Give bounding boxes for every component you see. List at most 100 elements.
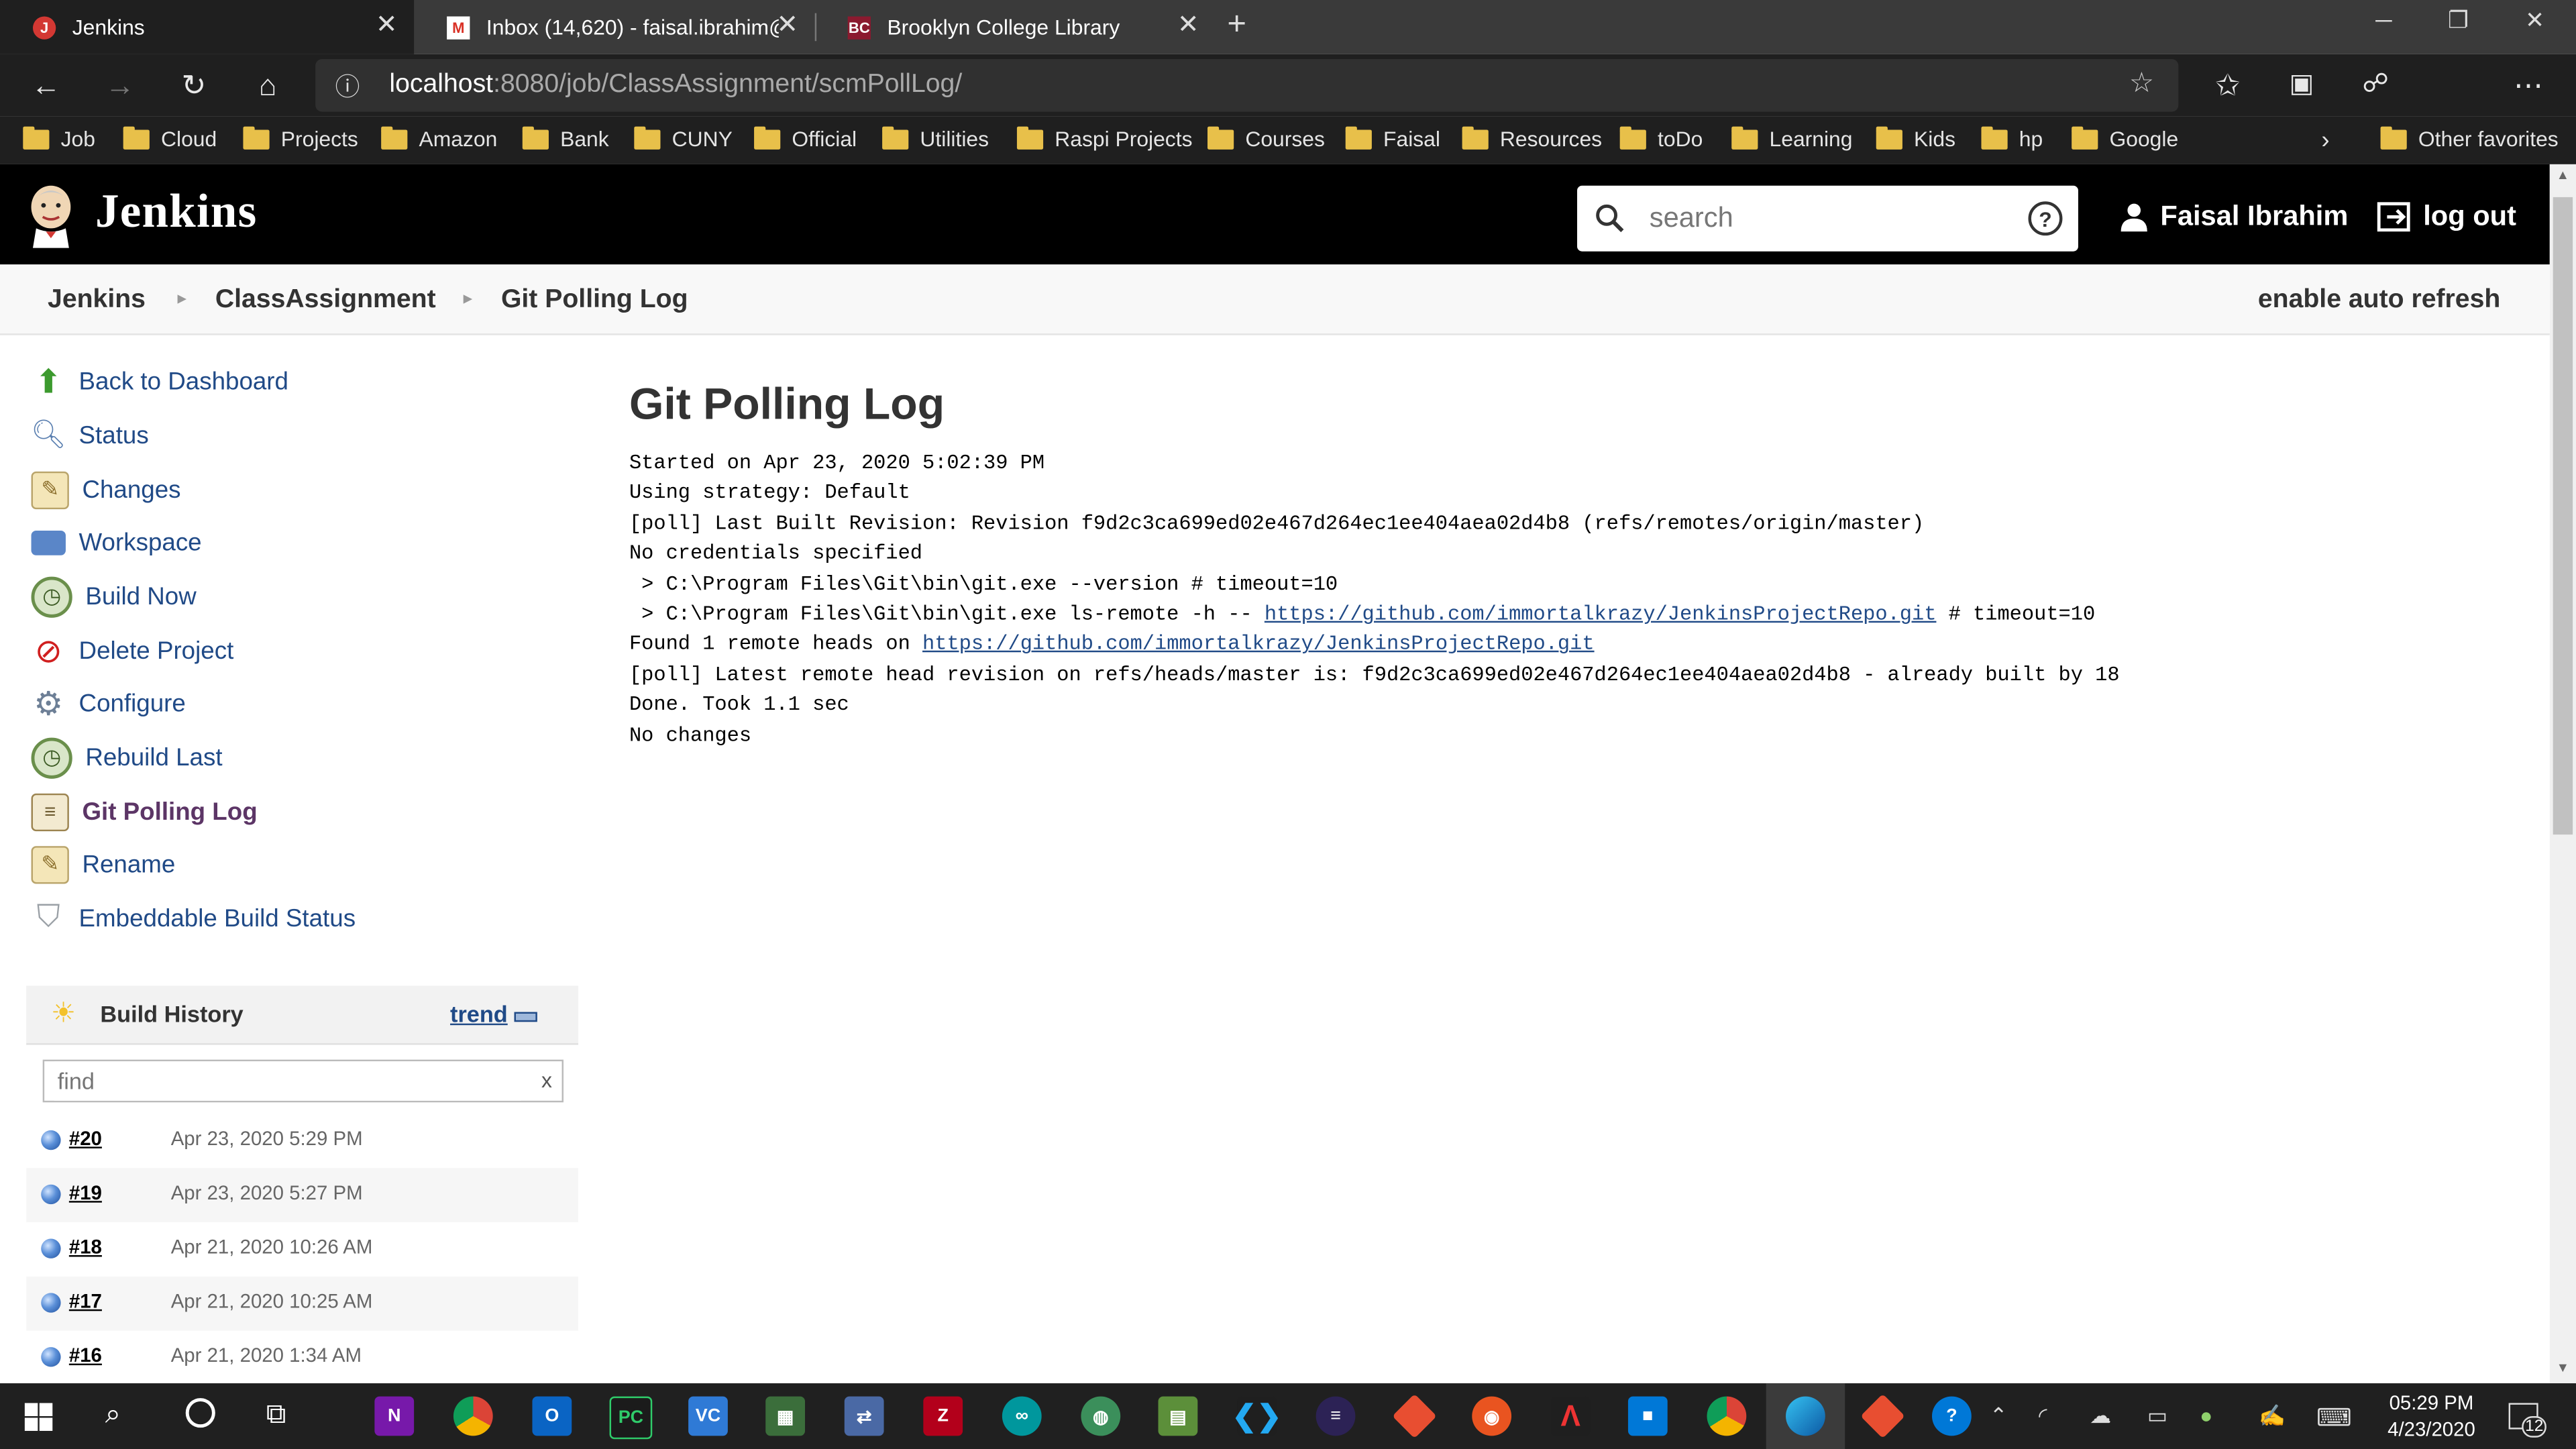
- build-number-link[interactable]: #17: [69, 1289, 102, 1312]
- jenkins-logo-icon[interactable]: [26, 182, 75, 248]
- forward-icon[interactable]: →: [102, 67, 138, 103]
- windows-start-icon[interactable]: [24, 1403, 53, 1432]
- breadcrumb-jenkins[interactable]: Jenkins: [48, 286, 146, 315]
- scroll-down-icon[interactable]: ▼: [2557, 1360, 2569, 1375]
- build-date-link[interactable]: Apr 23, 2020 5:29 PM: [171, 1127, 363, 1150]
- task-build-now[interactable]: ◷ Build Now: [31, 575, 197, 618]
- favorite-folder[interactable]: Bank: [522, 125, 609, 151]
- favorite-folder[interactable]: Google: [2072, 125, 2178, 151]
- favorite-folder[interactable]: Cloud: [123, 125, 217, 151]
- close-tab-icon[interactable]: ✕: [376, 12, 398, 40]
- address-bar[interactable]: ⓘ localhost:8080/job/ClassAssignment/scm…: [315, 59, 2179, 112]
- build-number-link[interactable]: #16: [69, 1344, 102, 1366]
- repo-link[interactable]: https://github.com/immortalkrazy/Jenkins…: [922, 633, 1595, 656]
- breadcrumb-separator-icon[interactable]: ▸: [177, 288, 186, 309]
- blue-ball-status-icon[interactable]: [41, 1184, 61, 1205]
- logout-link[interactable]: log out: [2377, 201, 2516, 233]
- battery-icon[interactable]: ▭: [2147, 1403, 2167, 1429]
- filezilla-icon[interactable]: Z: [923, 1396, 963, 1436]
- network-app-icon[interactable]: ⇄: [844, 1396, 884, 1436]
- search-icon[interactable]: ⌕: [105, 1398, 121, 1431]
- favorite-folder[interactable]: Courses: [1208, 125, 1325, 151]
- task-status[interactable]: 🔍︎ Status: [31, 414, 149, 457]
- build-date-link[interactable]: Apr 21, 2020 10:26 AM: [171, 1236, 373, 1258]
- system-clock[interactable]: 05:29 PM 4/23/2020: [2366, 1390, 2498, 1442]
- tab-inbox[interactable]: M Inbox (14,620) - faisal.ibrahim@g ✕: [414, 0, 817, 54]
- pycharm-icon[interactable]: PC: [609, 1396, 653, 1440]
- git-icon[interactable]: [1392, 1393, 1437, 1439]
- favorite-folder[interactable]: Learning: [1731, 125, 1852, 151]
- favorites-list-icon[interactable]: ✩: [2210, 67, 2246, 103]
- eclipse-icon[interactable]: ≡: [1316, 1396, 1356, 1436]
- help-app-icon[interactable]: ?: [1932, 1396, 1972, 1436]
- task-delete-project[interactable]: ⊘ Delete Project: [32, 629, 234, 672]
- image-app-icon[interactable]: ▤: [1158, 1396, 1198, 1436]
- arch-app-icon[interactable]: Λ: [1550, 1396, 1591, 1436]
- favorite-folder[interactable]: Resources: [1462, 125, 1602, 151]
- breadcrumb-git-polling-log[interactable]: Git Polling Log: [501, 286, 688, 315]
- task-changes[interactable]: ✎ Changes: [31, 468, 181, 511]
- task-back-to-dashboard[interactable]: ⬆ Back to Dashboard: [32, 360, 288, 402]
- tray-chevron-up-icon[interactable]: ⌃: [1990, 1403, 2008, 1429]
- build-filter-input[interactable]: [54, 1061, 521, 1101]
- home-icon[interactable]: ⌂: [250, 67, 286, 103]
- scrollbar-thumb[interactable]: [2553, 197, 2573, 835]
- wifi-icon[interactable]: ◜: [2039, 1403, 2047, 1429]
- build-date-link[interactable]: Apr 21, 2020 1:34 AM: [171, 1344, 362, 1366]
- favorite-folder[interactable]: Utilities: [882, 125, 989, 151]
- favorite-folder[interactable]: hp: [1981, 125, 2043, 151]
- store-app-icon[interactable]: ■: [1627, 1396, 1668, 1436]
- keyboard-icon[interactable]: ⌨: [2316, 1403, 2352, 1433]
- ubuntu-icon[interactable]: ◉: [1472, 1396, 1512, 1436]
- feedback-icon[interactable]: ☍: [2357, 67, 2394, 103]
- favorite-folder[interactable]: toDo: [1619, 125, 1703, 151]
- vscode-icon[interactable]: ❮❯: [1232, 1396, 1281, 1436]
- new-tab-icon[interactable]: +: [1227, 7, 1246, 44]
- outlook-icon[interactable]: O: [532, 1396, 572, 1436]
- breadcrumb-classassignment[interactable]: ClassAssignment: [215, 286, 436, 315]
- breadcrumb-separator-icon[interactable]: ▸: [464, 288, 473, 309]
- build-date-link[interactable]: Apr 21, 2020 10:25 AM: [171, 1289, 373, 1312]
- chrome-canary-icon[interactable]: [1707, 1396, 1747, 1436]
- tab-library[interactable]: BC Brooklyn College Library ✕: [815, 0, 1216, 54]
- globe-app-icon[interactable]: ◍: [1081, 1396, 1121, 1436]
- build-date-link[interactable]: Apr 23, 2020 5:27 PM: [171, 1181, 363, 1204]
- git-gui-icon[interactable]: [1860, 1393, 1905, 1439]
- task-rename[interactable]: ✎ Rename: [31, 843, 175, 885]
- blue-ball-status-icon[interactable]: [41, 1347, 61, 1367]
- scroll-up-icon[interactable]: ▲: [2557, 168, 2569, 182]
- favorite-folder[interactable]: Kids: [1876, 125, 1955, 151]
- favorite-folder[interactable]: Official: [754, 125, 857, 151]
- app-icon[interactable]: ▦: [765, 1396, 806, 1436]
- favorite-folder[interactable]: Raspi Projects: [1016, 125, 1193, 151]
- favorite-folder[interactable]: Job: [23, 125, 95, 151]
- user-link[interactable]: Faisal Ibrahim: [2119, 201, 2348, 233]
- minimize-icon[interactable]: ─: [2375, 7, 2392, 33]
- build-number-link[interactable]: #19: [69, 1181, 102, 1204]
- close-window-icon[interactable]: ✕: [2525, 7, 2544, 35]
- task-view-icon[interactable]: ⧉: [266, 1398, 286, 1431]
- page-scrollbar[interactable]: ▲ ▼: [2549, 164, 2576, 1384]
- android-icon[interactable]: ●: [2200, 1403, 2212, 1428]
- chrome-icon[interactable]: [453, 1396, 493, 1436]
- refresh-icon[interactable]: ↻: [176, 67, 212, 103]
- help-icon[interactable]: ?: [2027, 201, 2063, 237]
- favorite-folder[interactable]: Projects: [243, 125, 358, 151]
- onedrive-icon[interactable]: ☁: [2090, 1403, 2111, 1429]
- enable-auto-refresh-link[interactable]: enable auto refresh: [2258, 286, 2500, 315]
- clear-filter-icon[interactable]: x: [541, 1068, 552, 1093]
- build-number-link[interactable]: #18: [69, 1236, 102, 1258]
- blue-ball-status-icon[interactable]: [41, 1130, 61, 1150]
- other-favorites[interactable]: Other favorites: [2380, 125, 2559, 151]
- favorite-folder[interactable]: Amazon: [381, 125, 497, 151]
- favorite-folder[interactable]: Faisal: [1345, 125, 1440, 151]
- trend-link[interactable]: trend: [450, 1000, 508, 1026]
- chevron-right-icon[interactable]: ›: [2321, 127, 2329, 155]
- jenkins-title[interactable]: Jenkins: [95, 186, 257, 240]
- repo-link[interactable]: https://github.com/immortalkrazy/Jenkins…: [1265, 603, 1937, 626]
- cortana-icon[interactable]: [185, 1398, 215, 1428]
- close-tab-icon[interactable]: ✕: [1177, 12, 1199, 40]
- task-configure[interactable]: ⚙ Configure: [32, 682, 186, 724]
- more-menu-icon[interactable]: ⋯: [2510, 67, 2546, 103]
- info-icon[interactable]: ⓘ: [335, 69, 360, 103]
